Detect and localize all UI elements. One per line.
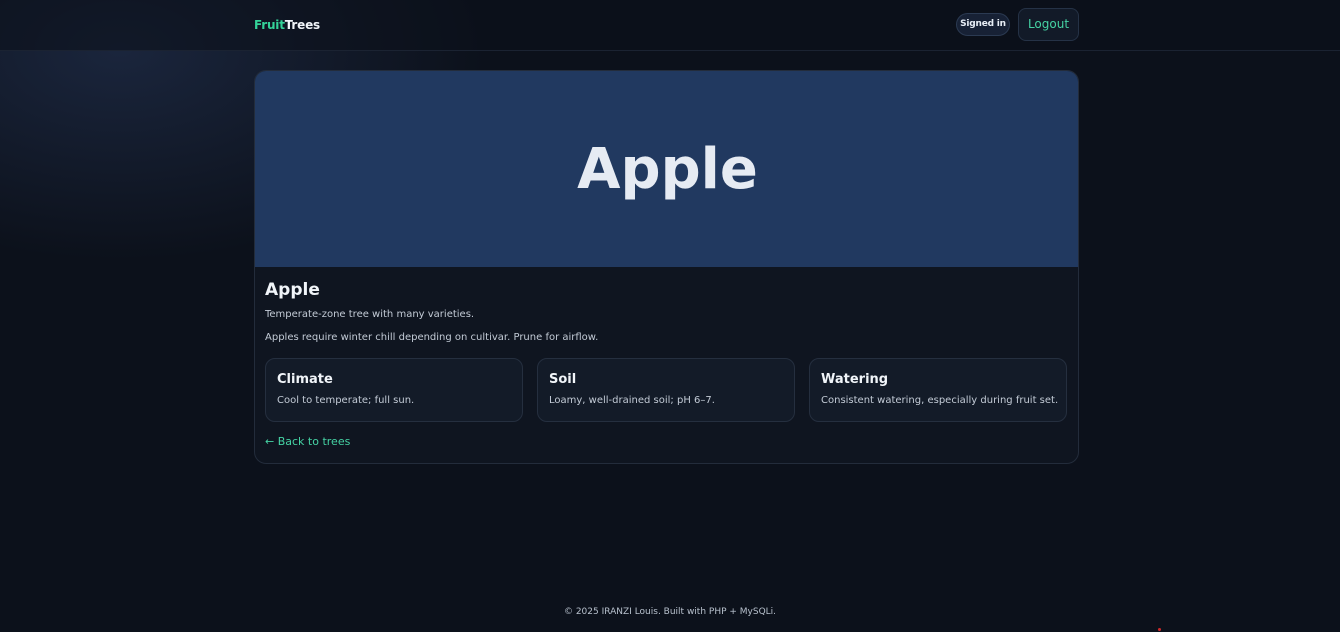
watering-text: Consistent watering, especially during f… <box>821 395 1059 406</box>
soil-text: Loamy, well-drained soil; pH 6–7. <box>549 395 715 406</box>
tree-summary: Temperate-zone tree with many varieties. <box>265 309 475 320</box>
red-dot-marker <box>1158 628 1161 631</box>
logout-button[interactable]: Logout <box>1018 8 1079 41</box>
tree-description: Apples require winter chill depending on… <box>265 332 599 343</box>
tree-detail-card: Apple Apple Temperate-zone tree with man… <box>254 70 1079 464</box>
climate-info-box: Climate Cool to temperate; full sun. <box>265 358 523 422</box>
page-footer: © 2025 IRANZI Louis. Built with PHP + My… <box>563 607 777 617</box>
soil-title: Soil <box>549 372 577 387</box>
tree-hero-banner: Apple <box>255 71 1078 267</box>
brand-logo-part1: Fruit <box>254 18 285 32</box>
tree-name-heading: Apple <box>265 280 320 300</box>
brand-logo-part2: Trees <box>284 18 320 32</box>
watering-info-box: Watering Consistent watering, especially… <box>809 358 1067 422</box>
brand-logo[interactable]: FruitTrees <box>254 17 320 33</box>
climate-text: Cool to temperate; full sun. <box>277 395 415 406</box>
watering-title: Watering <box>821 372 889 387</box>
soil-info-box: Soil Loamy, well-drained soil; pH 6–7. <box>537 358 795 422</box>
climate-title: Climate <box>277 372 333 387</box>
back-to-trees-link[interactable]: ← Back to trees <box>265 434 350 450</box>
signed-in-badge: Signed in <box>956 13 1010 36</box>
top-navbar: FruitTrees Signed in Logout <box>0 0 1340 51</box>
hero-title: Apple <box>577 137 758 202</box>
